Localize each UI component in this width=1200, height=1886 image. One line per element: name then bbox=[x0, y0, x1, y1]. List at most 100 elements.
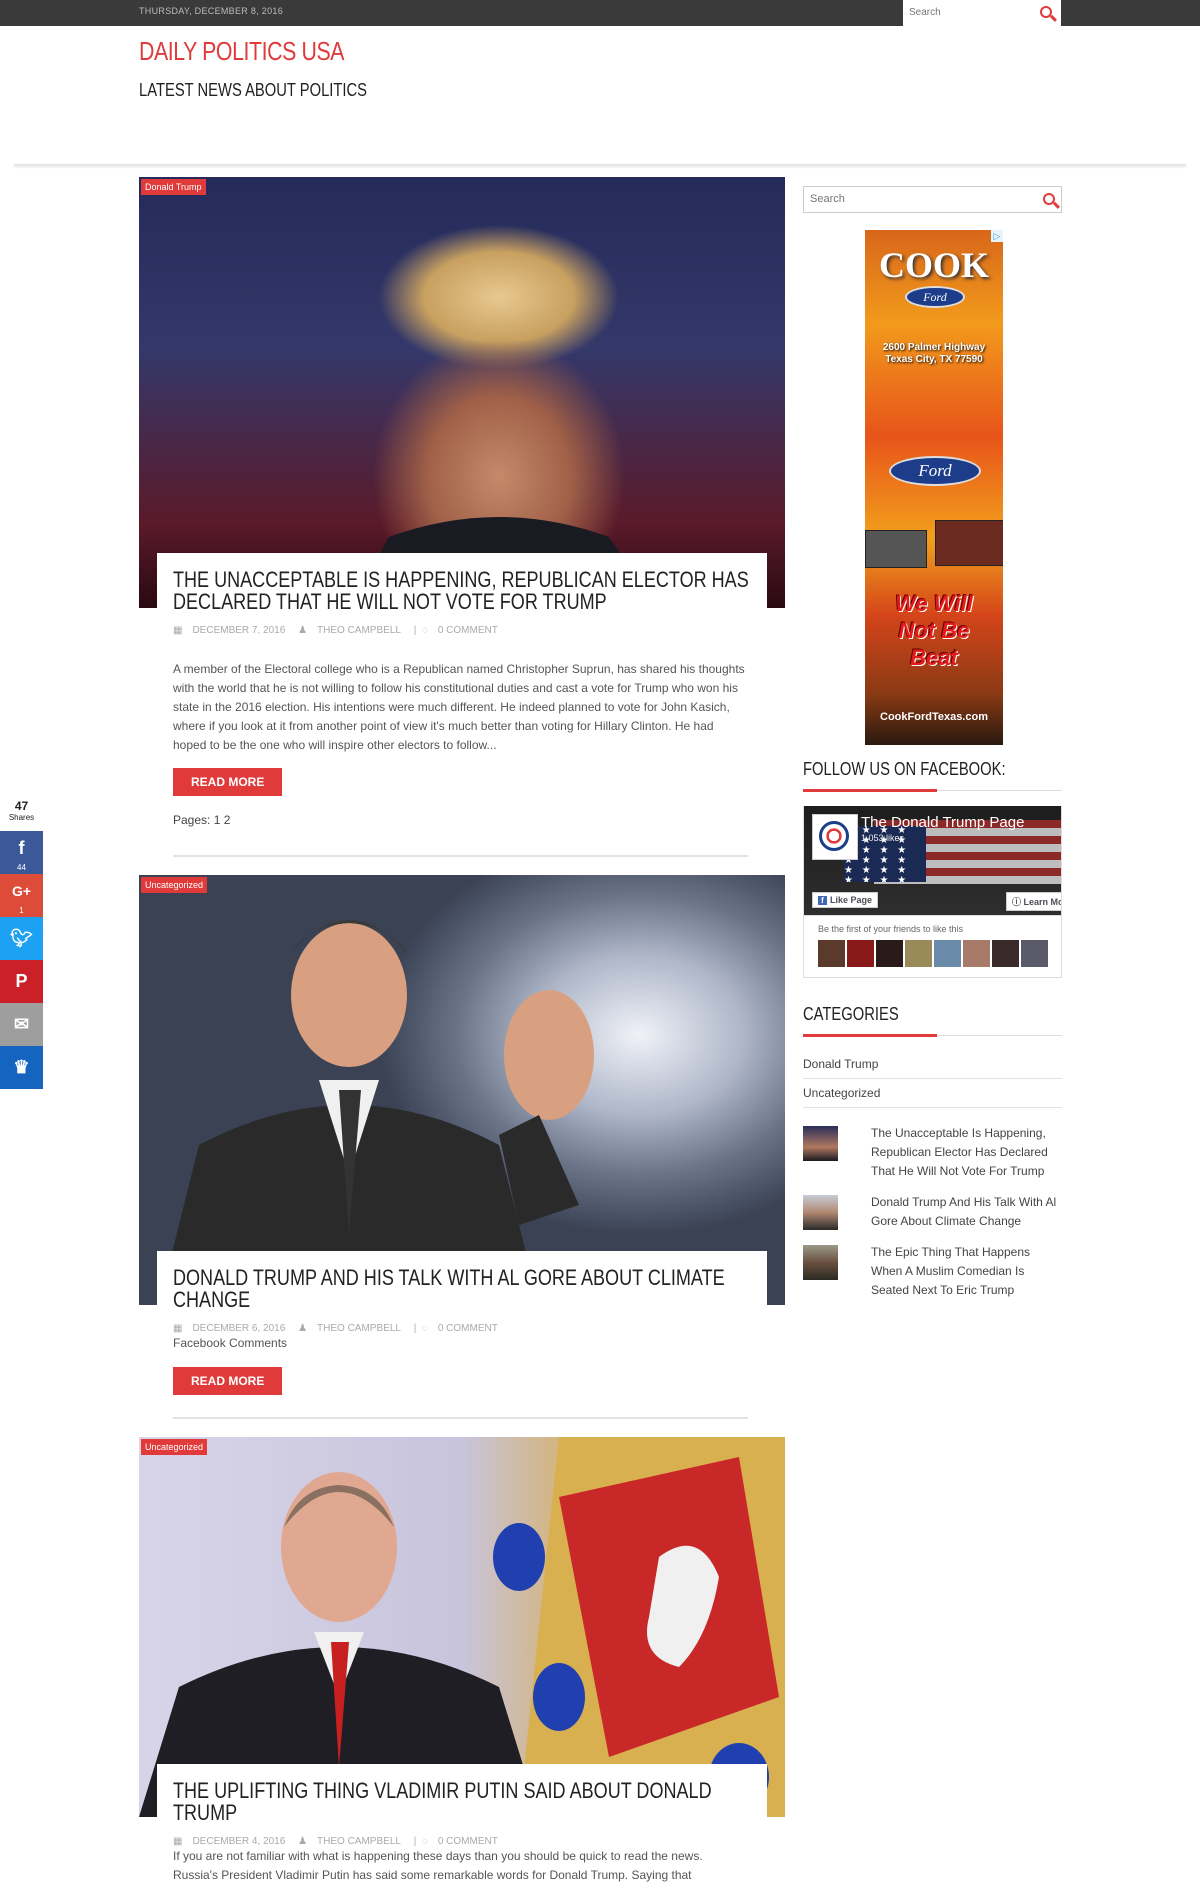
user-icon: ♟ bbox=[298, 625, 308, 636]
search-icon[interactable] bbox=[1040, 6, 1052, 18]
site-tagline: LATEST NEWS ABOUT POLITICS bbox=[139, 80, 368, 100]
facebook-likes: 1,053 likes bbox=[861, 833, 905, 843]
page-avatar[interactable] bbox=[812, 814, 858, 860]
truck-image bbox=[865, 530, 927, 568]
ad-banner-cook-ford[interactable]: ▷ COOK Ford 2600 Palmer Highway Texas Ci… bbox=[865, 230, 1003, 745]
friend-faces bbox=[818, 940, 1050, 972]
sumo-share-button[interactable]: ♛ bbox=[0, 1046, 43, 1089]
category-badge[interactable]: Donald Trump bbox=[141, 179, 206, 195]
recent-post-title[interactable]: The Unacceptable Is Happening, Republica… bbox=[871, 1124, 1061, 1181]
friend-avatar[interactable] bbox=[934, 940, 961, 967]
recent-post-thumb[interactable] bbox=[803, 1195, 838, 1230]
post-pagination[interactable]: Pages: 1 2 bbox=[173, 813, 230, 827]
recent-post-item[interactable]: The Unacceptable Is Happening, Republica… bbox=[803, 1124, 1062, 1184]
share-total: 47 bbox=[14, 799, 29, 813]
friend-avatar[interactable] bbox=[876, 940, 903, 967]
google-plus-share-button[interactable]: G+ 1 bbox=[0, 874, 43, 917]
crown-icon: ♛ bbox=[13, 1057, 30, 1077]
facebook-page-name[interactable]: The Donald Trump Page bbox=[861, 814, 1024, 831]
post-image-trump[interactable] bbox=[139, 177, 785, 608]
ad-slogan-line2: Not Be bbox=[898, 618, 970, 643]
category-link[interactable]: Donald Trump bbox=[803, 1050, 1062, 1079]
top-search-box[interactable] bbox=[903, 0, 1061, 26]
post-meta: ▦ DECEMBER 6, 2016 ♟ THEO CAMPBELL | ◌ 0 CO… bbox=[173, 1323, 751, 1334]
post-title-box: DONALD TRUMP AND HIS TALK WITH AL GORE A… bbox=[157, 1251, 767, 1334]
categories-list: Donald Trump Uncategorized bbox=[803, 1050, 1062, 1108]
facebook-friends-box: Be the first of your friends to like thi… bbox=[803, 916, 1062, 978]
friend-avatar[interactable] bbox=[1021, 940, 1048, 967]
post-title[interactable]: THE UPLIFTING THING VLADIMIR PUTIN SAID … bbox=[173, 1780, 751, 1824]
comment-icon: | ◌ bbox=[413, 1323, 428, 1334]
post-title[interactable]: DONALD TRUMP AND HIS TALK WITH AL GORE A… bbox=[173, 1267, 751, 1311]
putin-figure bbox=[139, 1437, 785, 1817]
friend-avatar[interactable] bbox=[905, 940, 932, 967]
learn-more-button[interactable]: ⓘ Learn More bbox=[1006, 892, 1061, 911]
post-excerpt: A member of the Electoral college who is… bbox=[173, 662, 745, 752]
read-more-button[interactable]: READ MORE bbox=[173, 768, 283, 796]
post-image-putin[interactable] bbox=[139, 1437, 785, 1817]
post-comments[interactable]: 0 COMMENT bbox=[438, 625, 498, 636]
category-badge[interactable]: Uncategorized bbox=[141, 877, 208, 893]
calendar-icon: ▦ bbox=[173, 1836, 183, 1847]
top-search-input[interactable] bbox=[903, 0, 1035, 24]
categories-widget-title: CATEGORIES bbox=[803, 1004, 899, 1024]
post-title[interactable]: THE UNACCEPTABLE IS HAPPENING, REPUBLICA… bbox=[173, 569, 751, 613]
search-icon[interactable] bbox=[1043, 193, 1055, 205]
post-card: Donald Trump THE UNACCEPTABLE IS HAPPENI… bbox=[139, 177, 785, 857]
google-plus-icon: G+ bbox=[11, 883, 32, 899]
ad-address: 2600 Palmer Highway Texas City, TX 77590 bbox=[865, 342, 1003, 366]
recent-post-item[interactable]: The Epic Thing That Happens When A Musli… bbox=[803, 1243, 1062, 1303]
ad-url: CookFordTexas.com bbox=[880, 711, 988, 723]
post-card: Uncategorized DONALD TRUMP AND HIS TALK … bbox=[139, 875, 785, 1420]
post-comments[interactable]: 0 COMMENT bbox=[438, 1323, 498, 1334]
adchoices-icon[interactable]: ▷ bbox=[991, 230, 1003, 242]
google-plus-share-count: 1 bbox=[19, 906, 24, 915]
post-date[interactable]: DECEMBER 6, 2016 bbox=[192, 1323, 285, 1334]
friends-text: Be the first of your friends to like thi… bbox=[818, 924, 964, 934]
sidebar-search-box[interactable] bbox=[803, 186, 1062, 213]
header-divider bbox=[14, 164, 1186, 166]
post-author[interactable]: THEO CAMPBELL bbox=[317, 625, 401, 636]
post-author[interactable]: THEO CAMPBELL bbox=[317, 1323, 401, 1334]
ad-address-line2: Texas City, TX 77590 bbox=[885, 354, 983, 365]
recent-post-title[interactable]: Donald Trump And His Talk With Al Gore A… bbox=[871, 1193, 1061, 1231]
facebook-icon: f bbox=[818, 896, 827, 905]
post-date[interactable]: DECEMBER 7, 2016 bbox=[192, 625, 285, 636]
facebook-page-plugin[interactable]: ★ ★ ★ ★ ★ ★ ★ ★ ★ ★ ★ ★ ★ ★ ★ ★ ★ ★ ★ ★ … bbox=[803, 806, 1062, 916]
ford-logo: Ford bbox=[889, 456, 981, 486]
ad-slogan-line3: Beat bbox=[910, 645, 958, 670]
share-bar: 47 Shares f 44 G+ 1 🐦︎ P ✉ ♛ bbox=[0, 800, 43, 1089]
learn-more-label: Learn More bbox=[1023, 897, 1061, 907]
facebook-share-button[interactable]: f 44 bbox=[0, 831, 43, 874]
post-comments[interactable]: 0 COMMENT bbox=[438, 1836, 498, 1847]
ad-slogan: We Will Not Be Beat bbox=[865, 590, 1003, 671]
like-page-button[interactable]: f Like Page bbox=[812, 892, 879, 908]
post-author[interactable]: THEO CAMPBELL bbox=[317, 1836, 401, 1847]
friend-avatar[interactable] bbox=[847, 940, 874, 967]
email-share-button[interactable]: ✉ bbox=[0, 1003, 43, 1046]
friend-avatar[interactable] bbox=[963, 940, 990, 967]
info-icon: ⓘ bbox=[1012, 897, 1024, 907]
recent-post-thumb[interactable] bbox=[803, 1245, 838, 1280]
post-title-box: THE UNACCEPTABLE IS HAPPENING, REPUBLICA… bbox=[157, 553, 767, 643]
recent-post-item[interactable]: Donald Trump And His Talk With Al Gore A… bbox=[803, 1193, 1062, 1233]
ad-slogan-line1: We Will bbox=[895, 591, 973, 616]
site-title[interactable]: DAILY POLITICS USA bbox=[139, 36, 345, 67]
friend-avatar[interactable] bbox=[818, 940, 845, 967]
read-more-button[interactable]: READ MORE bbox=[173, 1367, 283, 1395]
sidebar-search-input[interactable] bbox=[804, 187, 1026, 211]
friend-avatar[interactable] bbox=[992, 940, 1019, 967]
like-page-label: Like Page bbox=[830, 895, 873, 905]
recent-post-thumb[interactable] bbox=[803, 1126, 838, 1161]
al-gore-figure bbox=[159, 920, 594, 1305]
twitter-icon: 🐦︎ bbox=[10, 928, 33, 948]
truck-image bbox=[935, 520, 1003, 566]
recent-post-title[interactable]: The Epic Thing That Happens When A Musli… bbox=[871, 1243, 1061, 1300]
user-icon: ♟ bbox=[298, 1836, 308, 1847]
category-link[interactable]: Uncategorized bbox=[803, 1079, 1062, 1108]
post-image-al-gore[interactable] bbox=[139, 875, 785, 1305]
category-badge[interactable]: Uncategorized bbox=[141, 1439, 208, 1455]
pinterest-share-button[interactable]: P bbox=[0, 960, 43, 1003]
post-date[interactable]: DECEMBER 4, 2016 bbox=[192, 1836, 285, 1847]
twitter-share-button[interactable]: 🐦︎ bbox=[0, 917, 43, 960]
